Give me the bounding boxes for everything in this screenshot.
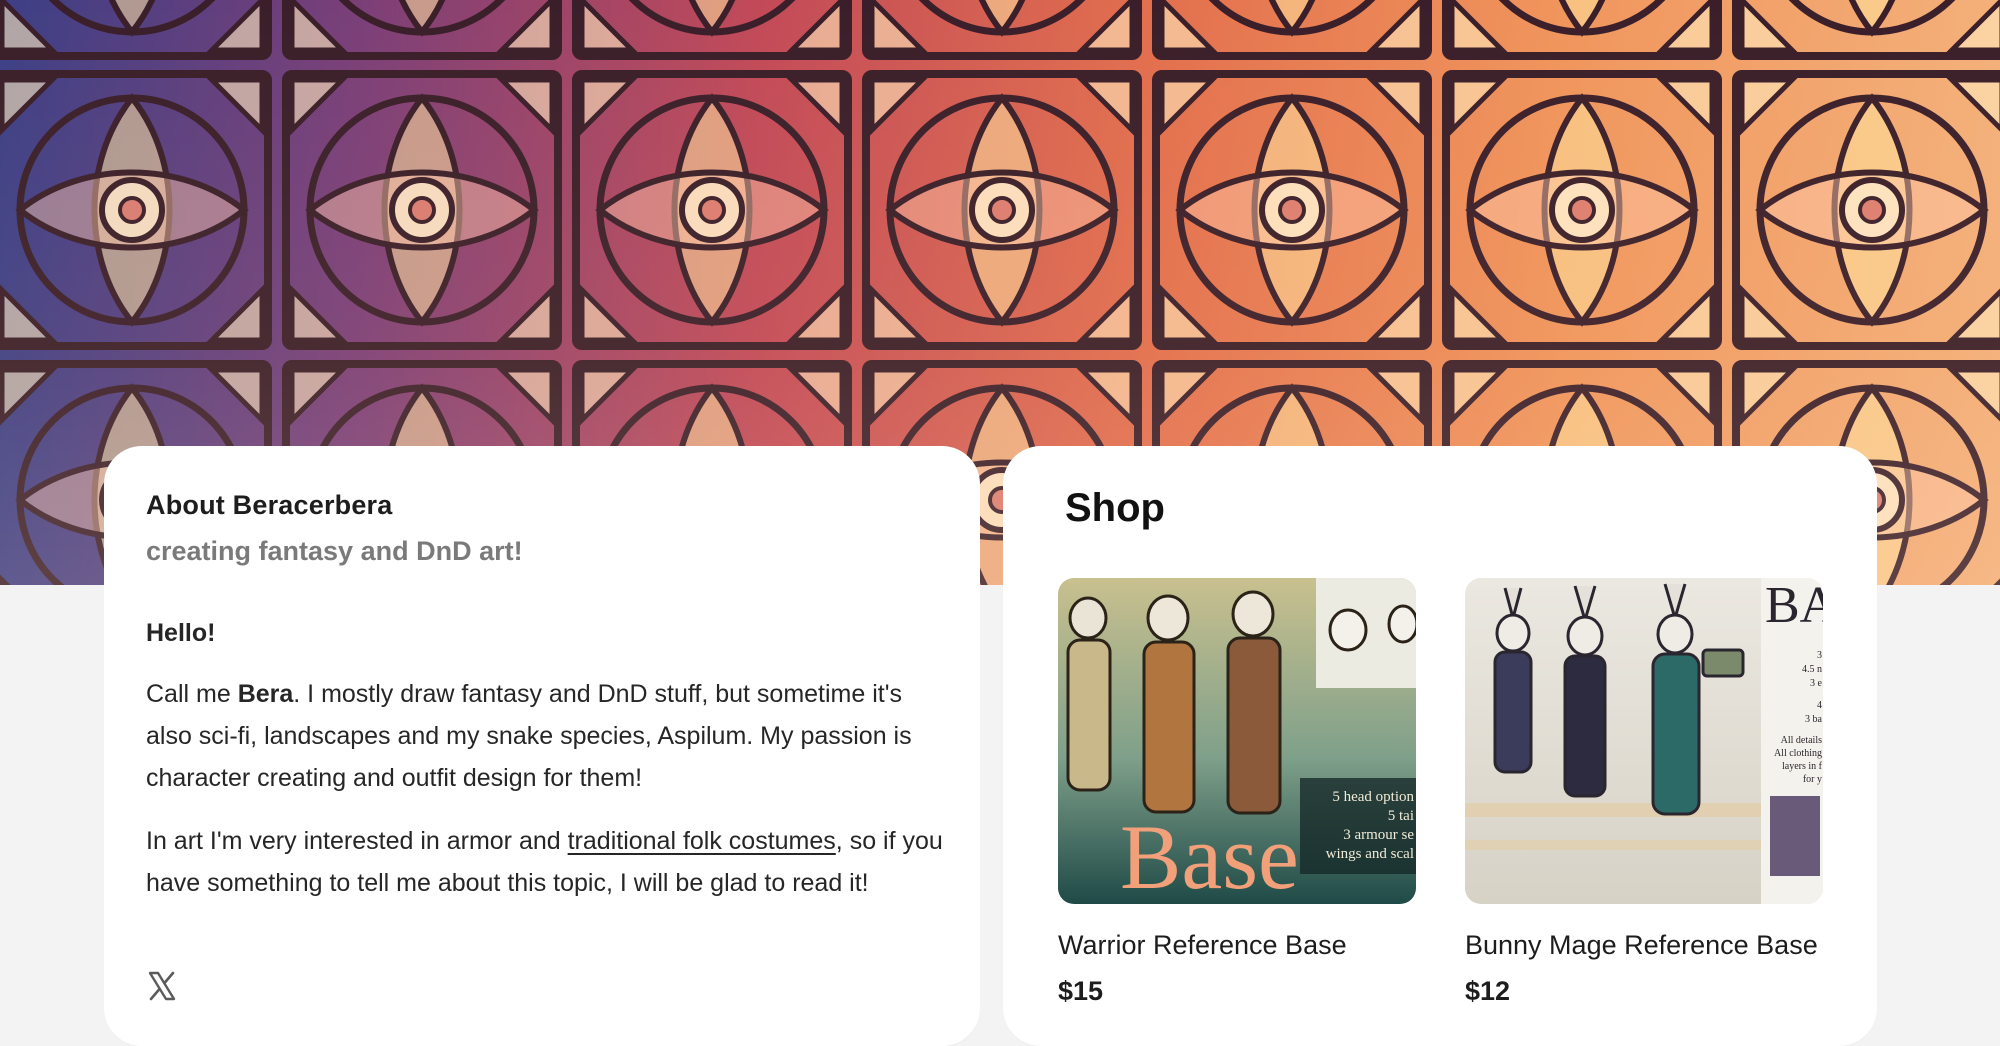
product-name[interactable]: Bunny Mage Reference Base [1465,930,1818,961]
about-tagline: creating fantasy and DnD art! [146,536,523,566]
about-greeting: Hello! [146,619,216,647]
x-twitter-icon [148,971,176,1001]
shop-card: Shop Base 5 head option 5 tai 3 armour s… [1003,446,1877,1046]
thumb-line: 3 [1817,650,1822,661]
product-thumbnail-bunny-mage[interactable]: BA 3 4.5 n 3 e 4 3 ba All details All cl… [1465,578,1823,904]
thumb-line: 3 ba [1805,714,1823,725]
product-name[interactable]: Warrior Reference Base [1058,930,1347,961]
product-price: $12 [1465,976,1511,1006]
thumb-line: 4.5 n [1802,664,1822,675]
thumb-line: All details [1781,735,1822,746]
thumb-line: wings and scal [1326,846,1414,862]
about-card: About Beracerbera creating fantasy and D… [104,446,980,1046]
thumb-line: 5 head option [1332,789,1414,805]
about-title: About Beracerbera [146,490,393,520]
thumb-line: 3 e [1810,678,1823,689]
about-p1-text: Call me [146,680,238,708]
x-twitter-link[interactable] [146,970,178,1002]
about-p2-text: In art I'm very interested in armor and [146,827,568,855]
thumb-line: for y [1803,774,1822,785]
about-paragraph-2: In art I'm very interested in armor and … [146,820,946,904]
about-paragraph-1: Call me Bera. I mostly draw fantasy and … [146,673,946,799]
product-card-warrior[interactable]: Base 5 head option 5 tai 3 armour se win… [1058,578,1416,1006]
product-price: $15 [1058,976,1104,1006]
thumb-line: 3 armour se [1343,827,1414,843]
shop-title: Shop [1065,486,1165,530]
product-thumbnail-warrior[interactable]: Base 5 head option 5 tai 3 armour se win… [1058,578,1416,904]
folk-costumes-link[interactable]: traditional folk costumes [568,827,836,855]
about-p1-name: Bera [237,680,294,708]
thumb-word-base: Base [1120,806,1299,904]
product-card-bunny-mage[interactable]: BA 3 4.5 n 3 e 4 3 ba All details All cl… [1465,578,1823,1006]
thumb-line: layers in f [1782,761,1823,772]
thumb-word-ba: BA [1765,578,1823,634]
thumb-line: 4 [1817,700,1822,711]
thumb-line: All clothing [1774,748,1822,759]
thumb-line: 5 tai [1388,808,1414,824]
about-body: Hello! Call me Bera. I mostly draw fanta… [146,612,946,925]
